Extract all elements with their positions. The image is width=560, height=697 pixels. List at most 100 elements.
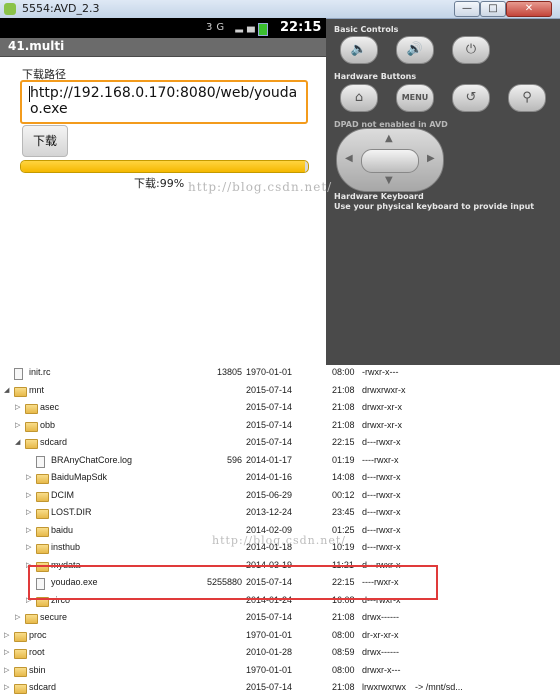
- file-name: proc: [29, 629, 47, 640]
- file-date: 2013-12-24: [246, 507, 293, 517]
- folder-icon: [36, 544, 49, 554]
- file-date: 2015-07-14: [246, 612, 293, 622]
- close-button[interactable]: ✕: [506, 1, 552, 17]
- file-row[interactable]: ◢ mnt 2015-07-14 21:08 drwxrwxr-x: [0, 383, 560, 400]
- download-button[interactable]: 下载: [22, 125, 68, 157]
- file-time: 21:08: [332, 612, 355, 622]
- expand-icon[interactable]: ▷: [26, 473, 31, 481]
- expand-icon[interactable]: ▷: [4, 666, 9, 674]
- file-size: 596: [226, 454, 242, 465]
- file-permissions: d---rwxr-x: [362, 524, 401, 535]
- folder-icon: [25, 614, 38, 624]
- menu-label: MENU: [401, 93, 429, 102]
- file-row[interactable]: ▷ sdcard 2015-07-14 21:08 lrwxrwxrwx -> /mnt/…: [0, 680, 560, 697]
- expand-icon[interactable]: ▷: [4, 683, 9, 691]
- file-name: BaiduMapSdk: [51, 472, 108, 482]
- power-button[interactable]: ⏻: [452, 36, 490, 64]
- file-date: 2014-02-09: [246, 524, 293, 535]
- file-icon: [36, 455, 45, 468]
- file-name: obb: [40, 419, 56, 430]
- file-permissions: lrwxrwxrwx: [362, 682, 406, 692]
- file-permissions: d---rwxr-x: [362, 437, 401, 447]
- watermark: http://blog.csdn.net/: [188, 180, 333, 194]
- file-row[interactable]: ◢ sdcard 2015-07-14 22:15 d---rwxr-x: [0, 435, 560, 452]
- file-row[interactable]: ▷ asec 2015-07-14 21:08 drwxr-xr-x: [0, 400, 560, 417]
- file-permissions: drwxr-xr-x: [362, 419, 402, 430]
- file-row[interactable]: ▷ secure 2015-07-14 21:08 drwx------: [0, 610, 560, 627]
- file-permissions: drwx------: [362, 647, 399, 657]
- file-row[interactable]: init.rc 13805 1970-01-01 08:00 -rwxr-x---: [0, 365, 560, 382]
- folder-icon: [14, 666, 27, 677]
- expand-icon[interactable]: ▷: [26, 543, 31, 551]
- file-time: 21:08: [332, 384, 355, 395]
- url-input[interactable]: http://192.168.0.170:8080/web/youdao.exe: [20, 80, 308, 124]
- back-icon: ↺: [465, 90, 477, 105]
- file-row[interactable]: ▷ DCIM 2015-06-29 00:12 d---rwxr-x: [0, 488, 560, 505]
- maximize-button[interactable]: □: [480, 1, 506, 17]
- expand-icon[interactable]: ▷: [26, 491, 31, 499]
- file-row[interactable]: ▷ sbin 1970-01-01 08:00 drwxr-x---: [0, 663, 560, 680]
- expand-icon[interactable]: ▷: [26, 526, 31, 534]
- file-permissions: d---rwxr-x: [362, 489, 401, 500]
- collapse-icon[interactable]: ◢: [4, 386, 9, 394]
- folder-icon: [25, 421, 38, 432]
- file-row[interactable]: ▷ proc 1970-01-01 08:00 dr-xr-xr-x: [0, 628, 560, 645]
- file-row[interactable]: BRAnyChatCore.log 596 2014-01-17 01:19 ----r…: [0, 453, 560, 470]
- keyboard-note: Hardware Keyboard Use your physical keyb…: [334, 192, 534, 212]
- folder-icon: [14, 631, 27, 642]
- file-permissions: d---rwxr-x: [362, 472, 401, 482]
- file-date: 2015-07-14: [246, 402, 293, 412]
- volume-down-button[interactable]: 🔈: [340, 36, 378, 64]
- watermark: http://blog.csdn.net/: [212, 534, 346, 547]
- file-row[interactable]: ▷ LOST.DIR 2013-12-24 23:45 d---rwxr-x: [0, 505, 560, 522]
- power-icon: ⏻: [465, 42, 477, 57]
- window-titlebar[interactable]: 5554:AVD_2.3 — □ ✕: [0, 0, 560, 19]
- file-row[interactable]: ▷ obb 2015-07-14 21:08 drwxr-xr-x: [0, 418, 560, 435]
- file-name: insthub: [51, 542, 81, 552]
- maximize-icon: □: [488, 3, 498, 14]
- file-row[interactable]: ▷ root 2010-01-28 08:59 drwx------: [0, 645, 560, 662]
- url-input-value: http://192.168.0.170:8080/web/youdao.exe: [30, 85, 298, 117]
- battery-icon: [258, 23, 268, 36]
- search-icon: ⚲: [522, 90, 532, 105]
- back-button[interactable]: ↺: [452, 84, 490, 112]
- file-name: sbin: [29, 664, 46, 675]
- expand-icon[interactable]: ▷: [15, 421, 20, 429]
- dpad-right-icon: ▶: [427, 153, 435, 164]
- expand-icon[interactable]: ▷: [4, 631, 9, 639]
- window-title: 5554:AVD_2.3: [22, 2, 100, 15]
- folder-icon: [25, 404, 38, 414]
- menu-button[interactable]: MENU: [396, 84, 434, 112]
- file-permissions: drwxr-x---: [362, 664, 401, 675]
- expand-icon[interactable]: ▷: [15, 613, 20, 621]
- volume-up-button[interactable]: 🔊: [396, 36, 434, 64]
- minimize-button[interactable]: —: [454, 1, 480, 17]
- android-app-icon: [4, 3, 16, 15]
- file-permissions: d---rwxr-x: [362, 507, 401, 517]
- file-time: 22:15: [332, 437, 355, 447]
- dpad[interactable]: ▲ ▼ ◀ ▶: [336, 128, 444, 192]
- dpad-up-icon: ▲: [385, 133, 393, 144]
- search-button[interactable]: ⚲: [508, 84, 546, 112]
- file-name: sdcard: [40, 437, 68, 447]
- file-size: 13805: [216, 367, 242, 377]
- file-row[interactable]: ▷ BaiduMapSdk 2014-01-16 14:08 d---rwxr-x: [0, 470, 560, 487]
- folder-icon: [36, 474, 49, 484]
- expand-icon[interactable]: ▷: [4, 648, 9, 656]
- file-permissions: d---rwxr-x: [362, 542, 401, 552]
- file-time: 14:08: [332, 472, 355, 482]
- file-date: 2015-07-14: [246, 437, 293, 447]
- file-time: 08:00: [332, 664, 355, 675]
- folder-icon: [36, 526, 49, 537]
- file-time: 00:12: [332, 489, 355, 500]
- file-date: 1970-01-01: [246, 367, 293, 377]
- home-button[interactable]: ⌂: [340, 84, 378, 112]
- dpad-center-button[interactable]: [361, 149, 419, 173]
- expand-icon[interactable]: ▷: [26, 508, 31, 516]
- hardware-buttons-title: Hardware Buttons: [334, 72, 417, 81]
- basic-controls-title: Basic Controls: [334, 25, 399, 34]
- expand-icon[interactable]: ▷: [15, 403, 20, 411]
- file-name: mnt: [29, 384, 45, 395]
- file-time: 21:08: [332, 682, 355, 692]
- collapse-icon[interactable]: ◢: [15, 438, 20, 446]
